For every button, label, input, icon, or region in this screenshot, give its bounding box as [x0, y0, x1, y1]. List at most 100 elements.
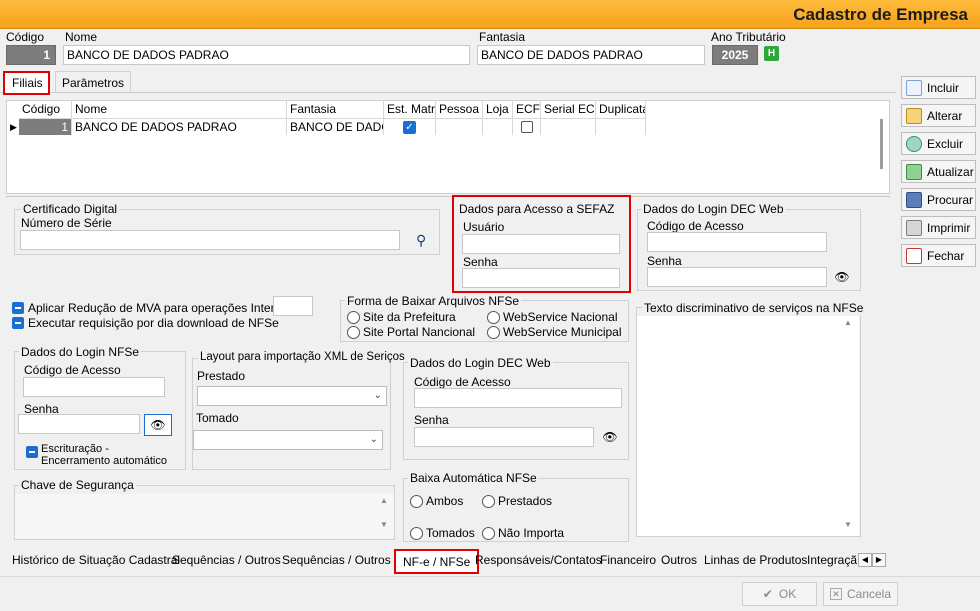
prestado-select[interactable]: ⌄	[197, 386, 387, 406]
grid-col-ecf[interactable]: ECF	[513, 101, 541, 118]
dec-web-top-codigo-field[interactable]	[647, 232, 827, 252]
ecf-checkbox[interactable]	[520, 121, 533, 133]
grid-col-fantasia[interactable]: Fantasia	[287, 101, 384, 118]
tab-sequencias-2[interactable]: Sequências / Outros 2	[277, 550, 406, 570]
est-matriz-checkbox[interactable]: ✓	[403, 120, 416, 134]
edit-icon	[906, 107, 922, 124]
table-row[interactable]: 1 BANCO DE DADOS PADRAO BANCO DE DADOS ✓	[19, 118, 889, 135]
tab-responsaveis[interactable]: Responsáveis/Contatos	[470, 550, 607, 570]
grid-scrollbar[interactable]	[880, 119, 883, 169]
radio-circle[interactable]	[487, 310, 500, 324]
alterar-button[interactable]: Alterar	[901, 104, 976, 127]
cancela-button[interactable]: ✕ Cancela	[823, 582, 898, 606]
escrituracao-checkbox[interactable]	[26, 446, 38, 458]
requisicao-checkbox[interactable]	[12, 317, 24, 329]
window-title: Cadastro de Empresa	[793, 5, 968, 24]
mva-option[interactable]: Aplicar Redução de MVA para operações In…	[12, 301, 294, 315]
grid-col-duplicata[interactable]: Duplicata	[596, 101, 646, 118]
tab-filiais[interactable]: Filiais	[3, 71, 50, 95]
cancel-icon: ✕	[829, 588, 842, 600]
imprimir-button[interactable]: Imprimir	[901, 216, 976, 239]
tab-sequencias[interactable]: Sequências / Outros	[167, 550, 286, 570]
tab-scroll-left-icon[interactable]: ◀	[858, 553, 872, 567]
scroll-down-icon[interactable]: ▼	[380, 520, 388, 529]
serie-field[interactable]	[20, 230, 400, 250]
ok-label: OK	[778, 587, 797, 601]
ano-h-button[interactable]: H	[764, 46, 779, 61]
dec-web-mid-senha-field[interactable]	[414, 427, 594, 447]
radio-circle[interactable]	[482, 526, 495, 540]
dec-web-top-senha-field[interactable]	[647, 267, 827, 287]
radio-label: Não Importa	[498, 526, 565, 540]
tab-nfe-nfse[interactable]: NF-e / NFSe	[394, 549, 480, 574]
grid-col-nome[interactable]: Nome	[72, 101, 287, 118]
nome-field[interactable]: BANCO DE DADOS PADRAO	[63, 45, 470, 65]
grid-col-serial-ecf[interactable]: Serial ECF	[541, 101, 596, 118]
ok-button[interactable]: ✔ OK	[742, 582, 817, 606]
tomado-select[interactable]: ⌄	[193, 430, 383, 450]
show-password-eye-icon[interactable]: 👁	[144, 414, 172, 436]
scroll-down-icon[interactable]: ▼	[844, 520, 852, 529]
tab-parametros[interactable]: Parâmetros	[55, 71, 132, 93]
cell-fantasia: BANCO DE DADOS	[287, 118, 384, 135]
tab-linhas-produtos[interactable]: Linhas de Produtos	[699, 550, 812, 570]
grid-col-loja[interactable]: Loja	[483, 101, 513, 118]
login-nfse-codigo-label: Código de Acesso	[24, 363, 121, 377]
radio-circle[interactable]	[410, 526, 423, 540]
chave-textarea[interactable]	[15, 494, 394, 538]
cell-ecf	[513, 118, 541, 135]
radio-label: Ambos	[426, 494, 464, 508]
radio-circle[interactable]	[410, 494, 423, 508]
radio-webservice-nacional[interactable]: WebService Nacional	[487, 310, 618, 324]
tab-integracao[interactable]: Integraçã	[802, 550, 858, 570]
texto-nfse-textarea[interactable]	[637, 316, 859, 536]
chevron-down-icon: ⌄	[373, 390, 382, 401]
requisicao-option[interactable]: Executar requisição por dia download de …	[12, 316, 279, 330]
sefaz-senha-field[interactable]	[462, 268, 620, 288]
radio-circle[interactable]	[347, 310, 360, 324]
atualizar-button[interactable]: Atualizar	[901, 160, 976, 183]
login-nfse-senha-field[interactable]	[18, 414, 140, 434]
radio-site-portal[interactable]: Site Portal Nancional	[347, 325, 475, 339]
escrituracao-option[interactable]: Escrituração - Encerramento automático	[26, 443, 176, 467]
ano-field[interactable]: 2025	[712, 45, 758, 65]
escrituracao-label: Escrituração - Encerramento automático	[41, 443, 167, 467]
excluir-button[interactable]: Excluir	[901, 132, 976, 155]
dec-web-mid-codigo-field[interactable]	[414, 388, 622, 408]
radio-label: Site da Prefeitura	[363, 310, 456, 324]
radio-tomados[interactable]: Tomados	[410, 526, 475, 540]
mva-checkbox[interactable]	[12, 302, 24, 314]
radio-prestados[interactable]: Prestados	[482, 494, 552, 508]
incluir-button[interactable]: Incluir	[901, 76, 976, 99]
tab-historico[interactable]: Histórico de Situação Cadastral	[7, 550, 185, 570]
dec-web-mid-codigo-label: Código de Acesso	[414, 375, 511, 389]
login-nfse-codigo-field[interactable]	[23, 377, 165, 397]
fechar-button[interactable]: Fechar	[901, 244, 976, 267]
grid-col-est-matriz[interactable]: Est. Matriz	[384, 101, 436, 118]
ano-label: Ano Tributário	[711, 30, 786, 44]
requisicao-label: Executar requisição por dia download de …	[28, 316, 279, 330]
radio-ambos[interactable]: Ambos	[410, 494, 463, 508]
grid-col-codigo[interactable]: Código	[19, 101, 72, 118]
radio-circle[interactable]	[347, 325, 360, 339]
grid-col-pessoa[interactable]: Pessoa	[436, 101, 483, 118]
show-password-eye-icon[interactable]: 👁	[596, 426, 624, 448]
tab-scroll-right-icon[interactable]: ▶	[872, 553, 886, 567]
scroll-up-icon[interactable]: ▲	[844, 318, 852, 327]
codigo-field[interactable]: 1	[6, 45, 56, 65]
radio-circle[interactable]	[482, 494, 495, 508]
radio-circle[interactable]	[487, 325, 500, 339]
radio-site-prefeitura[interactable]: Site da Prefeitura	[347, 310, 456, 324]
tab-outros[interactable]: Outros	[656, 550, 702, 570]
show-password-eye-icon[interactable]: 👁	[828, 266, 856, 288]
binoculars-icon[interactable]: ⚲	[416, 232, 426, 249]
radio-nao-importa[interactable]: Não Importa	[482, 526, 564, 540]
radio-webservice-municipal[interactable]: WebService Municipal	[487, 325, 622, 339]
sefaz-usuario-field[interactable]	[462, 234, 620, 254]
fantasia-field[interactable]: BANCO DE DADOS PADRAO	[477, 45, 705, 65]
scroll-up-icon[interactable]: ▲	[380, 496, 388, 505]
tab-financeiro[interactable]: Financeiro	[595, 550, 661, 570]
mva-value-field[interactable]	[273, 296, 313, 316]
binoculars-icon	[906, 191, 922, 208]
procurar-button[interactable]: Procurar	[901, 188, 976, 211]
